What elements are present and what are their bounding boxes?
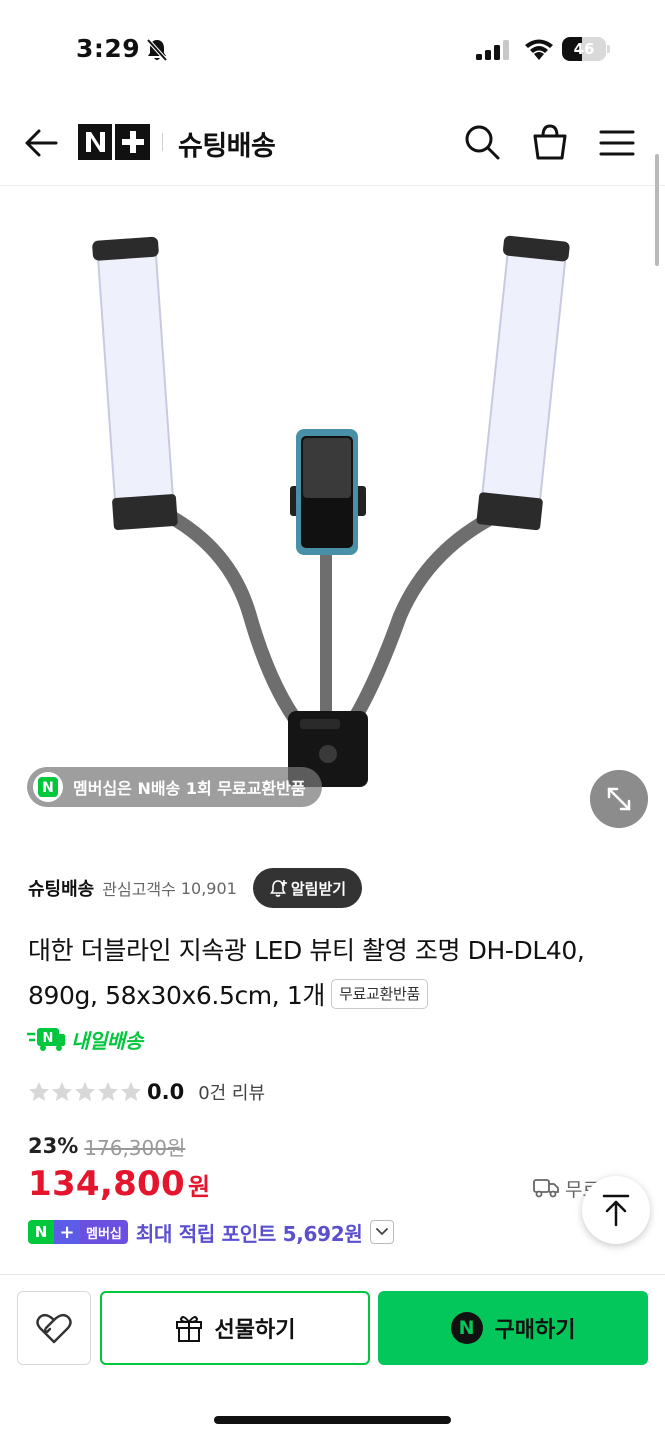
buy-button-label: 구매하기 bbox=[494, 1318, 576, 1343]
membership-banner[interactable]: N 멤버십은 N배송 1회 무료교환반품 bbox=[27, 767, 322, 807]
gift-button[interactable]: 선물하기 bbox=[100, 1291, 370, 1365]
sale-price: 134,800 bbox=[28, 1164, 185, 1204]
rating-stars bbox=[28, 1081, 143, 1103]
battery-icon: 46 bbox=[562, 37, 610, 61]
star-icon bbox=[52, 1082, 72, 1101]
store-title[interactable]: 슈팅배송 bbox=[178, 124, 276, 163]
free-exchange-badge: 무료교환반품 bbox=[330, 979, 428, 1009]
delivery-label: 내일배송 bbox=[71, 1028, 143, 1053]
interest-count: 10,901 bbox=[180, 878, 237, 898]
buy-button[interactable]: N 구매하기 bbox=[378, 1291, 648, 1365]
svg-text:N: N bbox=[43, 1031, 54, 1046]
sale-price-unit: 원 bbox=[187, 1173, 211, 1201]
signal-icon bbox=[476, 40, 509, 60]
bell-off-icon bbox=[146, 38, 168, 62]
delivery-truck-icon: N bbox=[27, 1028, 65, 1051]
svg-text:N: N bbox=[42, 780, 54, 796]
membership-logo-label: 멤버십 bbox=[80, 1220, 128, 1244]
points-text: 최대 적립 포인트 5,692원 bbox=[135, 1221, 363, 1246]
membership-logo-plus: + bbox=[54, 1220, 80, 1244]
gift-icon bbox=[175, 1316, 202, 1342]
wishlist-button[interactable] bbox=[17, 1291, 91, 1365]
truck-icon bbox=[533, 1179, 559, 1198]
membership-logo-n: N bbox=[28, 1220, 54, 1244]
star-icon bbox=[75, 1082, 95, 1101]
bell-plus-icon bbox=[269, 880, 287, 897]
product-title-text: 대한 더블라인 지속광 LED 뷰티 촬영 조명 DH-DL40, 890g, … bbox=[28, 936, 585, 1010]
star-icon bbox=[121, 1082, 141, 1101]
membership-n-icon: N bbox=[33, 772, 63, 802]
search-icon[interactable] bbox=[462, 122, 502, 162]
membership-banner-text: 멤버십은 N배송 1회 무료교환반품 bbox=[73, 779, 306, 798]
menu-icon[interactable] bbox=[598, 124, 636, 162]
product-title: 대한 더블라인 지속광 LED 뷰티 촬영 조명 DH-DL40, 890g, … bbox=[28, 928, 608, 1018]
discount-row: 23% 176,300원 bbox=[28, 1132, 185, 1160]
scroll-to-top-button[interactable] bbox=[582, 1176, 650, 1244]
divider bbox=[0, 1274, 665, 1275]
status-time: 3:29 bbox=[76, 34, 141, 63]
header: 슈팅배송 bbox=[0, 100, 665, 186]
battery-level: 46 bbox=[573, 40, 595, 58]
discount-rate: 23% bbox=[28, 1134, 79, 1158]
home-indicator bbox=[214, 1416, 451, 1424]
interest-label: 관심고객수 bbox=[102, 880, 176, 899]
star-icon bbox=[29, 1082, 49, 1101]
original-price: 176,300원 bbox=[84, 1135, 186, 1160]
gift-button-label: 선물하기 bbox=[214, 1318, 296, 1343]
product-image[interactable] bbox=[0, 186, 665, 832]
wifi-icon bbox=[525, 39, 553, 60]
alarm-button[interactable]: 알림받기 bbox=[252, 868, 363, 908]
chevron-down-icon bbox=[376, 1228, 389, 1235]
status-bar: 3:29 46 bbox=[0, 0, 665, 100]
back-arrow-icon[interactable] bbox=[22, 124, 60, 162]
seller-name[interactable]: 슈팅배송 bbox=[28, 875, 94, 901]
arrow-up-icon bbox=[602, 1194, 630, 1227]
sale-price-row: 134,800 원 bbox=[28, 1164, 210, 1210]
cart-icon[interactable] bbox=[530, 122, 570, 162]
naverpay-n-icon: N bbox=[450, 1312, 483, 1344]
rating-value: 0.0 bbox=[147, 1080, 185, 1104]
rating-row[interactable]: 0.0 0건 리뷰 bbox=[28, 1078, 265, 1106]
nplus-logo[interactable] bbox=[78, 124, 150, 160]
membership-logo: N + 멤버십 bbox=[28, 1220, 128, 1244]
review-count[interactable]: 0건 리뷰 bbox=[198, 1079, 265, 1105]
star-icon bbox=[98, 1082, 118, 1101]
heart-icon bbox=[36, 1313, 72, 1344]
membership-points-row[interactable]: N + 멤버십 최대 적립 포인트 5,692원 bbox=[28, 1218, 395, 1246]
expand-image-icon[interactable] bbox=[590, 770, 648, 828]
seller-row: 슈팅배송 관심고객수 10,901 알림받기 bbox=[28, 868, 363, 908]
alarm-button-label: 알림받기 bbox=[290, 879, 347, 898]
logo-divider bbox=[162, 133, 163, 151]
delivery-badge: N 내일배송 bbox=[27, 1026, 143, 1053]
points-expand-button[interactable] bbox=[370, 1220, 395, 1244]
